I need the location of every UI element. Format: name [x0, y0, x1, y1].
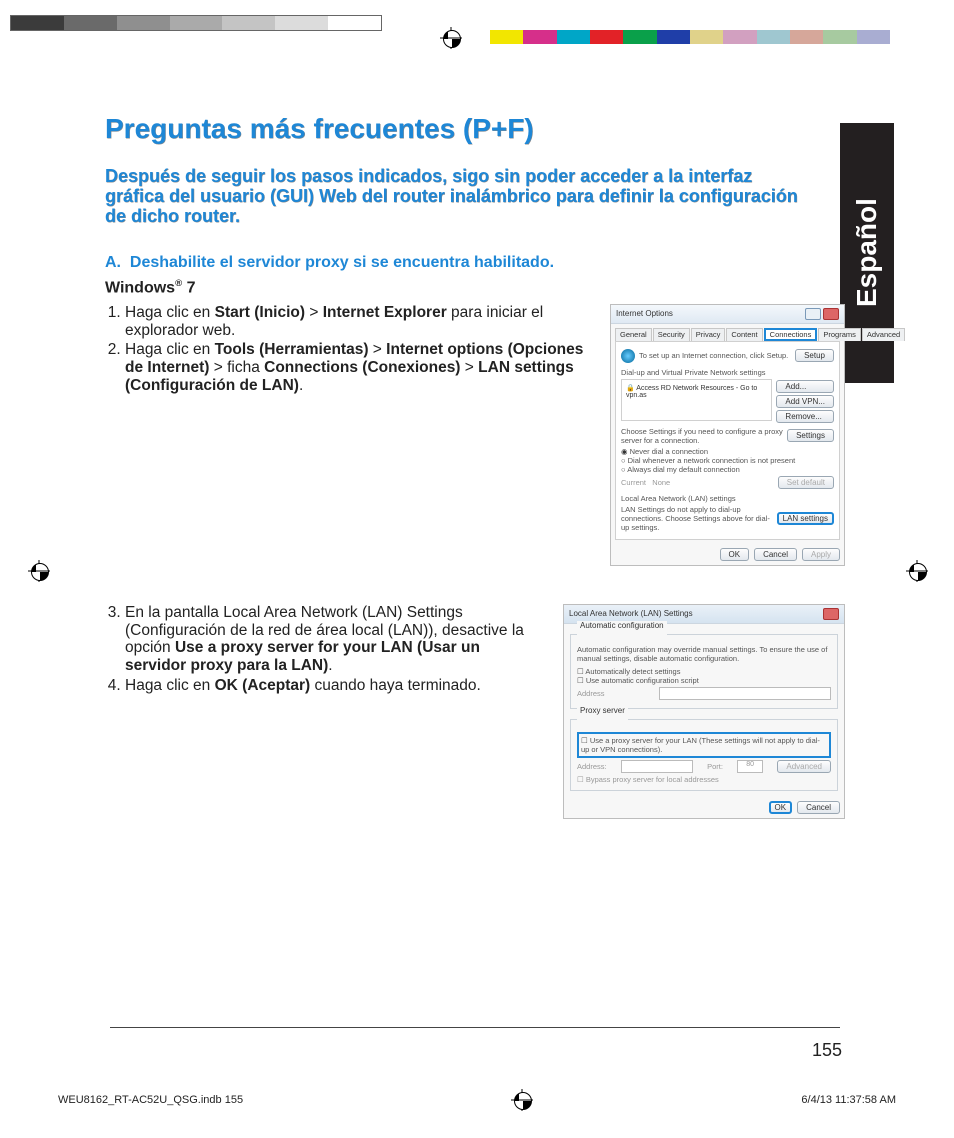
proxy-port-input: 80: [737, 760, 763, 773]
footer-rule: [110, 1027, 840, 1028]
proxy-address-label: Address:: [577, 762, 607, 771]
os-label: Windows® 7: [105, 278, 845, 297]
dialog-title: Internet Options: [616, 309, 673, 318]
steps-1: Haga clic en Start (Inicio) > Internet E…: [105, 304, 594, 397]
address-input: [659, 687, 831, 700]
setup-text: To set up an Internet connection, click …: [639, 351, 788, 360]
dialog-title: Local Area Network (LAN) Settings: [569, 609, 693, 618]
footer-file: WEU8162_RT-AC52U_QSG.indb 155: [58, 1094, 243, 1106]
tab-connections[interactable]: Connections: [764, 328, 818, 341]
close-icon[interactable]: [823, 608, 839, 620]
advanced-button: Advanced: [777, 760, 831, 773]
proxy-port-label: Port:: [707, 762, 723, 771]
ok-button[interactable]: OK: [769, 801, 793, 814]
window-buttons: [823, 608, 839, 620]
tab-advanced[interactable]: Advanced: [862, 328, 905, 341]
auto-config-text: Automatic configuration may override man…: [577, 645, 831, 663]
registration-mark-icon: [906, 560, 928, 582]
registration-mark-icon: [511, 1089, 533, 1111]
faq-question: Después de seguir los pasos indicados, s…: [105, 167, 805, 226]
registration-mark-icon: [440, 27, 462, 49]
tab-programs[interactable]: Programs: [818, 328, 861, 341]
step-1: Haga clic en Start (Inicio) > Internet E…: [125, 304, 594, 340]
set-default-button: Set default: [778, 476, 834, 489]
step-2: Haga clic en Tools (Herramientas) > Inte…: [125, 341, 594, 394]
step-4: Haga clic en OK (Aceptar) cuando haya te…: [125, 677, 547, 695]
add-vpn-button[interactable]: Add VPN...: [776, 395, 834, 408]
cancel-button[interactable]: Cancel: [754, 548, 797, 561]
tab-privacy[interactable]: Privacy: [691, 328, 726, 341]
press-colorbar-right: [490, 30, 890, 44]
auto-detect-checkbox[interactable]: Automatically detect settings: [577, 667, 831, 676]
remove-button[interactable]: Remove...: [776, 410, 834, 423]
ok-button[interactable]: OK: [720, 548, 750, 561]
proxy-address-input: [621, 760, 693, 773]
window-buttons: [805, 308, 839, 320]
setup-button[interactable]: Setup: [795, 349, 834, 362]
language-tab: Español: [840, 123, 894, 383]
settings-button[interactable]: Settings: [787, 429, 834, 442]
tab-content[interactable]: Content: [726, 328, 762, 341]
auto-config-group: Automatic configuration Automatic config…: [570, 630, 838, 709]
lan-settings-dialog: Local Area Network (LAN) Settings Automa…: [563, 604, 845, 819]
lan-text: LAN Settings do not apply to dial-up con…: [621, 505, 777, 532]
block-1: Haga clic en Start (Inicio) > Internet E…: [105, 304, 845, 566]
cancel-button[interactable]: Cancel: [797, 801, 840, 814]
internet-options-dialog: Internet Options General Security Privac…: [610, 304, 845, 566]
radio-always-dial[interactable]: Always dial my default connection: [621, 465, 834, 474]
registration-mark-icon: [28, 560, 50, 582]
step-3: En la pantalla Local Area Network (LAN) …: [125, 604, 547, 675]
page-number: 155: [812, 1040, 842, 1061]
dialog-tabs: General Security Privacy Content Connect…: [611, 324, 844, 341]
radio-dial-when[interactable]: Dial whenever a network connection is no…: [621, 456, 834, 465]
bypass-checkbox: Bypass proxy server for local addresses: [577, 775, 831, 784]
radio-never-dial[interactable]: Never dial a connection: [621, 447, 834, 456]
press-colorbar-left: [10, 15, 382, 31]
section-a-heading: A. Deshabilite el servidor proxy si se e…: [105, 254, 845, 272]
choose-text: Choose Settings if you need to configure…: [621, 427, 787, 445]
vpn-heading: Dial-up and Virtual Private Network sett…: [621, 368, 834, 377]
steps-2: En la pantalla Local Area Network (LAN) …: [105, 604, 547, 697]
lan-settings-button[interactable]: LAN settings: [777, 512, 834, 525]
add-button[interactable]: Add...: [776, 380, 834, 393]
block-2: En la pantalla Local Area Network (LAN) …: [105, 604, 845, 819]
print-footer: WEU8162_RT-AC52U_QSG.indb 155 6/4/13 11:…: [58, 1089, 896, 1111]
page-content: Preguntas más frecuentes (P+F) Después d…: [105, 95, 845, 819]
proxy-heading: Proxy server: [577, 706, 628, 715]
address-label: Address: [577, 689, 605, 698]
proxy-group: Proxy server Use a proxy server for your…: [570, 715, 838, 791]
apply-button: Apply: [802, 548, 840, 561]
lan-heading: Local Area Network (LAN) settings: [621, 494, 834, 503]
footer-timestamp: 6/4/13 11:37:58 AM: [801, 1094, 896, 1106]
globe-icon: [621, 349, 635, 363]
tab-general[interactable]: General: [615, 328, 652, 341]
page-title: Preguntas más frecuentes (P+F): [105, 113, 845, 145]
vpn-list[interactable]: 🔒 Access RD Network Resources - Go to vp…: [621, 379, 772, 421]
auto-script-checkbox[interactable]: Use automatic configuration script: [577, 676, 831, 685]
auto-config-heading: Automatic configuration: [577, 621, 667, 630]
close-icon[interactable]: [823, 308, 839, 320]
use-proxy-checkbox[interactable]: Use a proxy server for your LAN (These s…: [577, 732, 831, 758]
tab-security[interactable]: Security: [653, 328, 690, 341]
